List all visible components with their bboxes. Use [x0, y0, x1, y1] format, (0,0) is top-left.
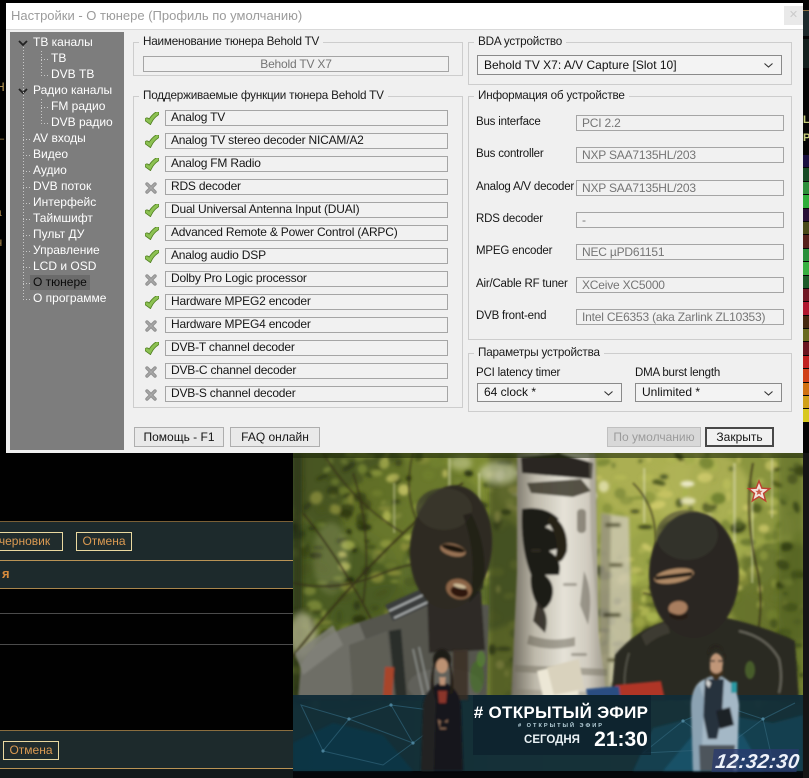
svg-text:21:30: 21:30 — [594, 728, 648, 751]
svg-text:# ОТКРЫТЫЙ ЭФИР: # ОТКРЫТЫЙ ЭФИР — [474, 703, 649, 722]
svg-text:12:32:30: 12:32:30 — [714, 751, 801, 773]
svg-text:СЕГОДНЯ: СЕГОДНЯ — [524, 734, 580, 746]
svg-text:# ОТКРЫТЫЙ ЭФИР: # ОТКРЫТЫЙ ЭФИР — [518, 721, 604, 729]
